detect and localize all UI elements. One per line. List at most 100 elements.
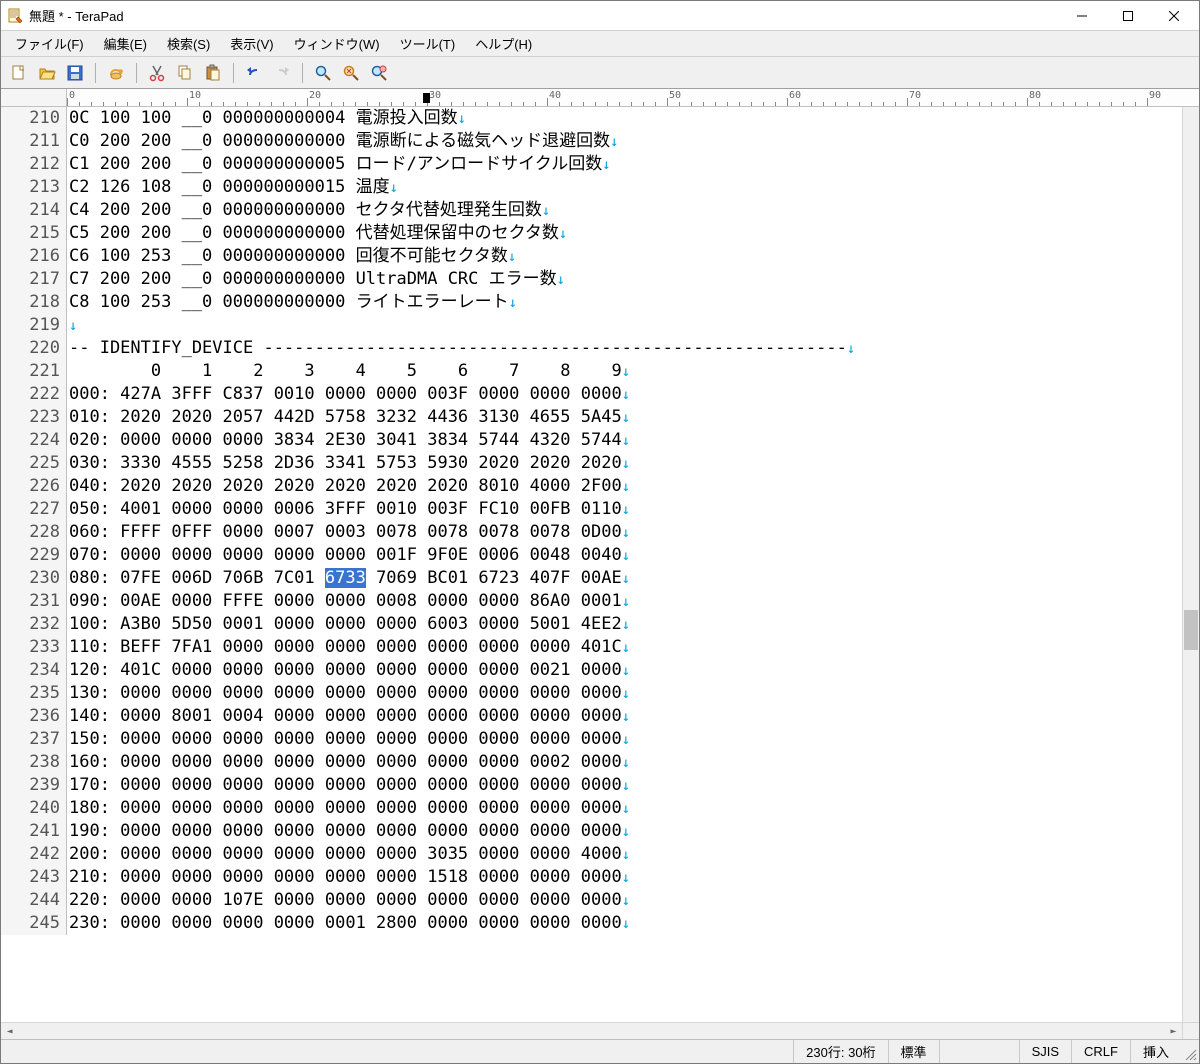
text-line[interactable]: C5 200 200 __0 000000000000 代替処理保留中のセクタ数… [69,222,1182,245]
text-line[interactable]: 080: 07FE 006D 706B 7C01 6733 7069 BC01 … [69,567,1182,590]
text-line[interactable]: -- IDENTIFY_DEVICE ---------------------… [69,337,1182,360]
text-line[interactable]: 190: 0000 0000 0000 0000 0000 0000 0000 … [69,820,1182,843]
text-line[interactable]: 160: 0000 0000 0000 0000 0000 0000 0000 … [69,751,1182,774]
eol-mark-icon: ↓ [602,157,610,173]
toolbar [1,57,1199,89]
menu-file[interactable]: ファイル(F) [5,31,94,56]
status-linebreak: CRLF [1071,1040,1130,1063]
eol-mark-icon: ↓ [622,916,630,932]
eol-mark-icon: ↓ [622,479,630,495]
eol-mark-icon: ↓ [622,732,630,748]
close-button[interactable] [1151,1,1197,31]
menu-search[interactable]: 検索(S) [157,31,220,56]
eol-mark-icon: ↓ [69,318,77,334]
text-line[interactable]: C1 200 200 __0 000000000005 ロード/アンロードサイク… [69,153,1182,176]
find-next-button[interactable] [367,61,391,85]
copy-button[interactable] [173,61,197,85]
text-line[interactable]: C2 126 108 __0 000000000015 温度↓ [69,176,1182,199]
menu-edit[interactable]: 編集(E) [94,31,157,56]
text-line[interactable]: 220: 0000 0000 107E 0000 0000 0000 0000 … [69,889,1182,912]
editor-scroll[interactable]: 2102112122132142152162172182192202212222… [1,107,1182,1022]
eol-mark-icon: ↓ [622,594,630,610]
text-line[interactable]: 000: 427A 3FFF C837 0010 0000 0000 003F … [69,383,1182,406]
text-line[interactable]: 0 1 2 3 4 5 6 7 8 9↓ [69,360,1182,383]
replace-button[interactable] [339,61,363,85]
eol-mark-icon: ↓ [542,203,550,219]
text-line[interactable]: 110: BEFF 7FA1 0000 0000 0000 0000 0000 … [69,636,1182,659]
eol-mark-icon: ↓ [847,341,855,357]
text-line[interactable]: 140: 0000 8001 0004 0000 0000 0000 0000 … [69,705,1182,728]
text-line[interactable]: 100: A3B0 5D50 0001 0000 0000 0000 6003 … [69,613,1182,636]
eol-mark-icon: ↓ [622,640,630,656]
eol-mark-icon: ↓ [622,778,630,794]
menu-view[interactable]: 表示(V) [220,31,283,56]
text-line[interactable]: 200: 0000 0000 0000 0000 0000 0000 3035 … [69,843,1182,866]
minimize-button[interactable] [1059,1,1105,31]
title-bar: 無題 * - TeraPad [1,1,1199,31]
cut-button[interactable] [145,61,169,85]
window-title: 無題 * - TeraPad [29,6,1059,25]
text-line[interactable]: 170: 0000 0000 0000 0000 0000 0000 0000 … [69,774,1182,797]
vertical-scrollbar[interactable] [1182,107,1199,1022]
horizontal-scrollbar[interactable]: ◄ ► [1,1022,1199,1039]
eol-mark-icon: ↓ [622,870,630,886]
text-line[interactable]: C0 200 200 __0 000000000000 電源断による磁気ヘッド退… [69,130,1182,153]
text-line[interactable]: C6 100 253 __0 000000000000 回復不可能セクタ数↓ [69,245,1182,268]
text-line[interactable]: C8 100 253 __0 000000000000 ライトエラーレート↓ [69,291,1182,314]
text-line[interactable]: 010: 2020 2020 2057 442D 5758 3232 4436 … [69,406,1182,429]
resize-grip-icon[interactable] [1181,1040,1199,1063]
eol-mark-icon: ↓ [622,893,630,909]
eol-mark-icon: ↓ [622,686,630,702]
maximize-button[interactable] [1105,1,1151,31]
menu-help[interactable]: ヘルプ(H) [465,31,542,56]
find-button[interactable] [311,61,335,85]
text-selection: 6733 [325,568,366,588]
save-file-button[interactable] [63,61,87,85]
text-line[interactable]: 130: 0000 0000 0000 0000 0000 0000 0000 … [69,682,1182,705]
redo-button[interactable] [270,61,294,85]
vertical-scroll-thumb[interactable] [1184,610,1198,650]
eol-mark-icon: ↓ [622,663,630,679]
eol-mark-icon: ↓ [622,709,630,725]
app-window: 無題 * - TeraPad ファイル(F) 編集(E) 検索(S) 表示(V)… [0,0,1200,1064]
text-line[interactable]: 150: 0000 0000 0000 0000 0000 0000 0000 … [69,728,1182,751]
undo-button[interactable] [242,61,266,85]
text-line[interactable]: 030: 3330 4555 5258 2D36 3341 5753 5930 … [69,452,1182,475]
text-line[interactable]: 060: FFFF 0FFF 0000 0007 0003 0078 0078 … [69,521,1182,544]
text-content[interactable]: 0C 100 100 __0 000000000004 電源投入回数↓C0 20… [67,107,1182,935]
text-line[interactable]: 230: 0000 0000 0000 0000 0001 2800 0000 … [69,912,1182,935]
eol-mark-icon: ↓ [559,226,567,242]
text-line[interactable]: ↓ [69,314,1182,337]
text-line[interactable]: 070: 0000 0000 0000 0000 0000 001F 9F0E … [69,544,1182,567]
app-icon [7,8,23,24]
eol-mark-icon: ↓ [622,801,630,817]
text-line[interactable]: C7 200 200 __0 000000000000 UltraDMA CRC… [69,268,1182,291]
eol-mark-icon: ↓ [622,456,630,472]
text-line[interactable]: 050: 4001 0000 0000 0006 3FFF 0010 003F … [69,498,1182,521]
open-file-button[interactable] [35,61,59,85]
text-line[interactable]: 180: 0000 0000 0000 0000 0000 0000 0000 … [69,797,1182,820]
text-line[interactable]: 210: 0000 0000 0000 0000 0000 0000 1518 … [69,866,1182,889]
text-line[interactable]: 040: 2020 2020 2020 2020 2020 2020 2020 … [69,475,1182,498]
text-line[interactable]: 090: 00AE 0000 FFFE 0000 0000 0008 0000 … [69,590,1182,613]
eol-mark-icon: ↓ [622,755,630,771]
paste-button[interactable] [201,61,225,85]
menu-window[interactable]: ウィンドウ(W) [284,31,390,56]
ruler: 0102030405060708090 [1,89,1199,107]
text-line[interactable]: 120: 401C 0000 0000 0000 0000 0000 0000 … [69,659,1182,682]
eol-mark-icon: ↓ [622,364,630,380]
text-line[interactable]: 020: 0000 0000 0000 3834 2E30 3041 3834 … [69,429,1182,452]
eol-mark-icon: ↓ [610,134,618,150]
status-blank [939,1040,1019,1063]
hscroll-right-arrow[interactable]: ► [1165,1023,1182,1040]
text-line[interactable]: C4 200 200 __0 000000000000 セクタ代替処理発生回数↓ [69,199,1182,222]
eol-mark-icon: ↓ [622,571,630,587]
menu-tool[interactable]: ツール(T) [390,31,466,56]
eol-mark-icon: ↓ [622,548,630,564]
new-file-button[interactable] [7,61,31,85]
eol-mark-icon: ↓ [622,847,630,863]
eol-mark-icon: ↓ [622,410,630,426]
reload-button[interactable] [104,61,128,85]
text-line[interactable]: 0C 100 100 __0 000000000004 電源投入回数↓ [69,107,1182,130]
hscroll-left-arrow[interactable]: ◄ [1,1023,18,1040]
